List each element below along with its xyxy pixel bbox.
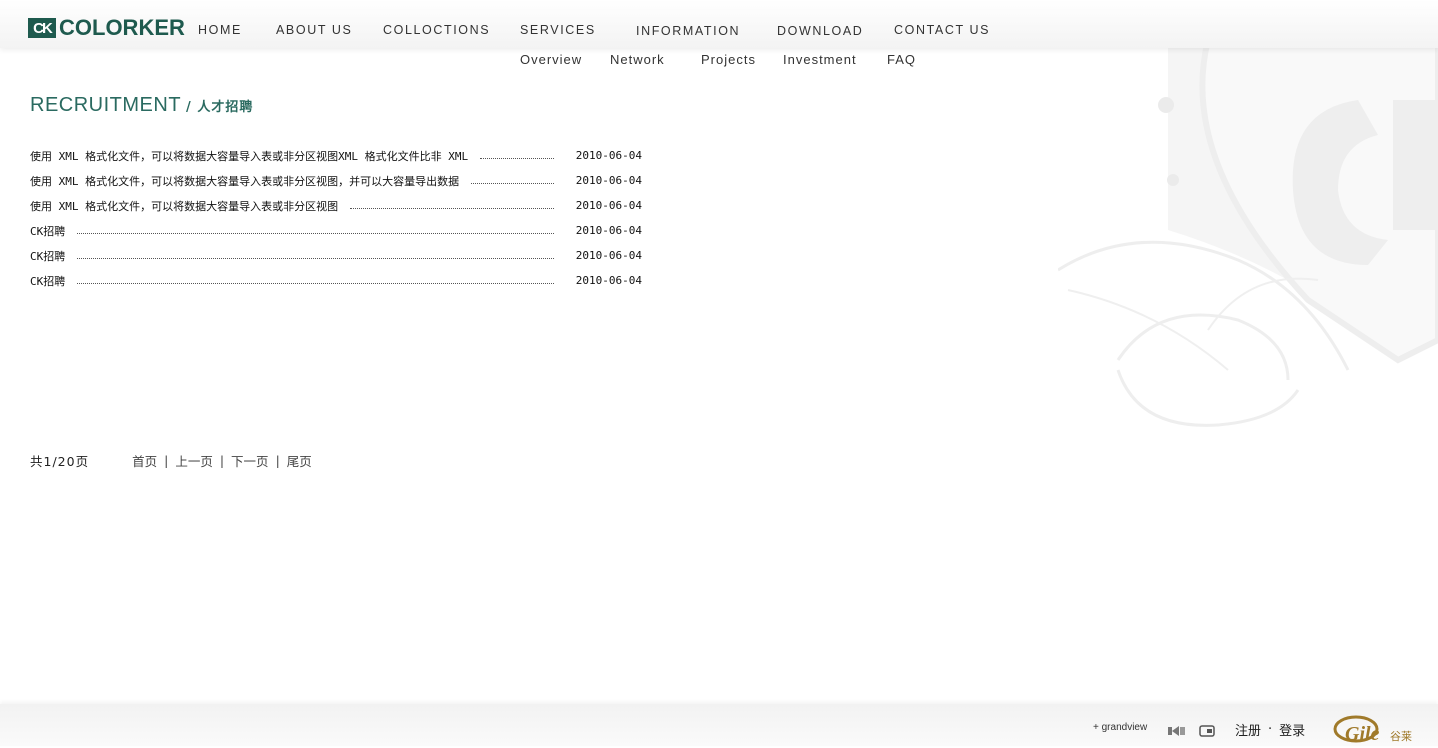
list-item-title[interactable]: CK招聘 <box>30 248 65 264</box>
page-title-en: RECRUITMENT <box>30 94 182 116</box>
grandview-credit-link[interactable]: + grandview <box>1093 722 1147 733</box>
dotted-leader <box>77 233 554 234</box>
auth-links: 注册 · 登录 <box>1235 720 1305 739</box>
dotted-leader <box>77 258 554 259</box>
login-link[interactable]: 登录 <box>1279 720 1305 739</box>
list-item: 使用 XML 格式化文件，可以将数据大容量导入表或非分区视图XML 格式化文件比… <box>30 143 642 168</box>
register-link[interactable]: 注册 <box>1235 720 1261 739</box>
list-item-date: 2010-06-04 <box>575 199 642 212</box>
list-item: 使用 XML 格式化文件，可以将数据大容量导入表或非分区视图，并可以大容量导出数… <box>30 168 642 193</box>
gile-partner-logo[interactable]: Gile 谷莱 <box>1332 710 1416 748</box>
nav-home[interactable]: HOME <box>198 23 242 37</box>
subnav-overview[interactable]: Overview <box>520 52 582 67</box>
logo-mark: CK <box>28 18 56 38</box>
auth-separator: · <box>1268 722 1273 737</box>
nav-collections[interactable]: COLLOCTIONS <box>383 23 490 37</box>
list-item-title[interactable]: 使用 XML 格式化文件，可以将数据大容量导入表或非分区视图XML 格式化文件比… <box>30 148 468 164</box>
list-item: CK招聘 2010-06-04 <box>30 243 642 268</box>
main-content: RECRUITMENT / 人才招聘 使用 XML 格式化文件，可以将数据大容量… <box>30 94 642 288</box>
recruitment-list: 使用 XML 格式化文件，可以将数据大容量导入表或非分区视图XML 格式化文件比… <box>30 143 642 293</box>
nav-services[interactable]: SERVICES <box>520 23 596 37</box>
brand-logo[interactable]: CK COLORKER <box>28 16 185 40</box>
logo-text: COLORKER <box>59 15 185 40</box>
film-icon[interactable] <box>1168 722 1186 741</box>
list-item-date: 2010-06-04 <box>575 274 642 287</box>
page-title: RECRUITMENT / 人才招聘 <box>30 94 253 120</box>
last-page-link[interactable]: 尾页 <box>287 451 312 470</box>
first-page-link[interactable]: 首页 <box>132 451 157 470</box>
pagination: 共1/20页 首页 | 上一页 | 下一页 | 尾页 <box>30 451 312 470</box>
pagination-links: 首页 | 上一页 | 下一页 | 尾页 <box>132 451 312 470</box>
list-item-title[interactable]: CK招聘 <box>30 273 65 289</box>
pager-separator: | <box>219 453 225 468</box>
list-item-title[interactable]: CK招聘 <box>30 223 65 239</box>
next-page-link[interactable]: 下一页 <box>231 451 269 470</box>
pager-separator: | <box>164 453 169 468</box>
dotted-leader <box>350 208 554 209</box>
prev-page-link[interactable]: 上一页 <box>175 451 213 470</box>
footer-bar: + grandview 注册 · 登录 Gile 谷莱 <box>0 704 1438 746</box>
gile-logo-cn: 谷莱 <box>1390 730 1412 743</box>
list-item-title[interactable]: 使用 XML 格式化文件，可以将数据大容量导入表或非分区视图 <box>30 198 338 214</box>
background-crest-decoration <box>1058 40 1438 427</box>
nav-information[interactable]: INFORMATION <box>636 24 740 38</box>
subnav-investment[interactable]: Investment <box>783 52 857 67</box>
dotted-leader <box>77 283 554 284</box>
header-bar: CK COLORKER HOME ABOUT US COLLOCTIONS SE… <box>0 0 1438 48</box>
nav-download[interactable]: DOWNLOAD <box>777 24 863 38</box>
list-item-date: 2010-06-04 <box>575 224 642 237</box>
subnav-faq[interactable]: FAQ <box>887 52 916 67</box>
pager-separator: | <box>275 453 280 468</box>
list-item: CK招聘 2010-06-04 <box>30 268 642 293</box>
window-icon[interactable] <box>1199 722 1215 741</box>
page-count: 共1/20页 <box>30 454 90 469</box>
list-item-date: 2010-06-04 <box>575 174 642 187</box>
dotted-leader <box>471 183 554 184</box>
dotted-leader <box>480 158 554 159</box>
list-item: CK招聘 2010-06-04 <box>30 218 642 243</box>
nav-about-us[interactable]: ABOUT US <box>276 23 352 37</box>
subnav-network[interactable]: Network <box>610 52 665 67</box>
list-item-title[interactable]: 使用 XML 格式化文件，可以将数据大容量导入表或非分区视图，并可以大容量导出数… <box>30 173 459 189</box>
nav-contact-us[interactable]: CONTACT US <box>894 23 990 37</box>
list-item-date: 2010-06-04 <box>575 149 642 162</box>
subnav-projects[interactable]: Projects <box>701 52 756 67</box>
list-item-date: 2010-06-04 <box>575 249 642 262</box>
list-item: 使用 XML 格式化文件，可以将数据大容量导入表或非分区视图 2010-06-0… <box>30 193 642 218</box>
gile-logo-text: Gile <box>1345 723 1380 744</box>
page-title-cn: / 人才招聘 <box>186 100 254 115</box>
